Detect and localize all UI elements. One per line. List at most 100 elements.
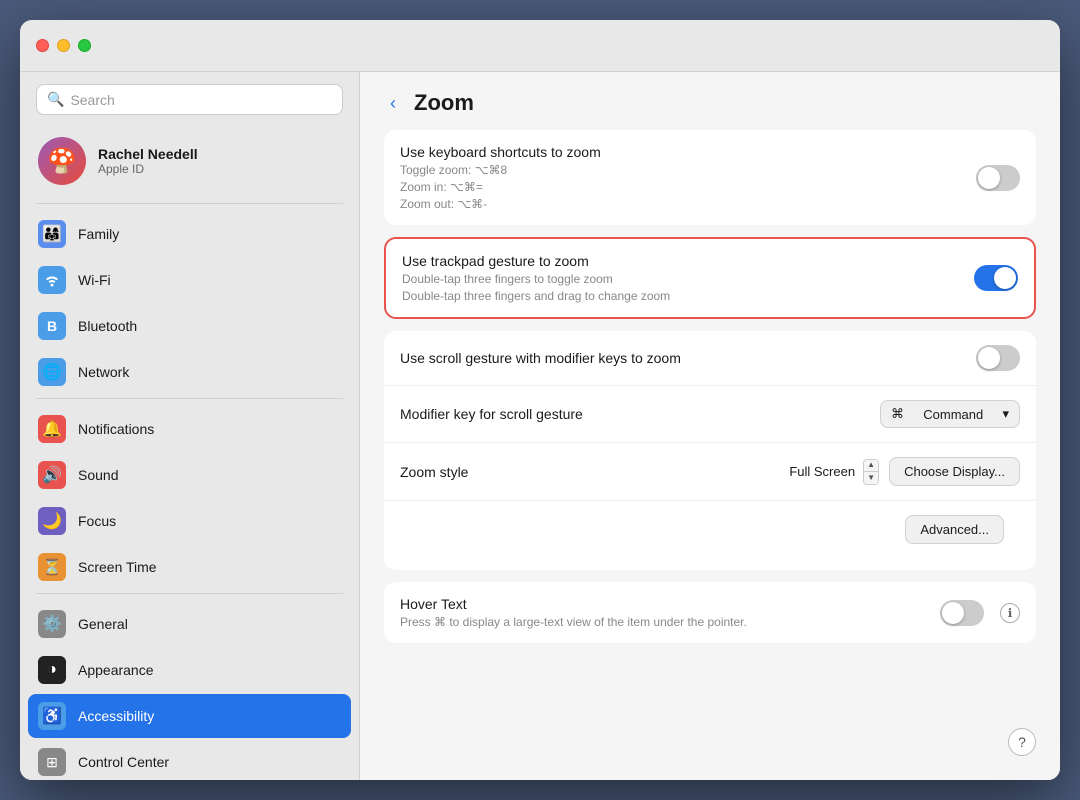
user-name: Rachel Needell (98, 146, 198, 162)
user-info: Rachel Needell Apple ID (98, 146, 198, 176)
choose-display-button[interactable]: Choose Display... (889, 457, 1020, 486)
hover-text-toggle[interactable] (940, 600, 984, 626)
traffic-lights (36, 39, 91, 52)
sidebar-label-wifi: Wi-Fi (78, 272, 111, 288)
main-panel: ‹ Zoom Use keyboard shortcuts to zoom To… (360, 72, 1060, 780)
notifications-icon: 🔔 (38, 415, 66, 443)
sidebar-label-general: General (78, 616, 128, 632)
advanced-row: Advanced... (384, 501, 1036, 570)
modifier-key-dropdown-icon: ⌘ (891, 406, 904, 422)
sidebar-item-notifications[interactable]: 🔔 Notifications (28, 407, 351, 451)
full-screen-text: Full Screen (789, 464, 855, 479)
sidebar-item-controlcenter[interactable]: ⊞ Control Center (28, 740, 351, 780)
trackpad-gesture-info: Use trackpad gesture to zoom Double-tap … (402, 253, 958, 303)
search-container: 🔍 (20, 72, 359, 127)
scroll-gesture-toggle-knob (978, 347, 1000, 369)
trackpad-gesture-toggle[interactable] (974, 265, 1018, 291)
user-subtitle: Apple ID (98, 162, 198, 176)
keyboard-shortcuts-row: Use keyboard shortcuts to zoom Toggle zo… (384, 130, 1036, 225)
sidebar-label-sound: Sound (78, 467, 118, 483)
modifier-key-control: ⌘ Command ▾ (880, 400, 1020, 428)
sidebar-separator-2 (36, 398, 343, 399)
zoom-style-stepper[interactable]: ▲ ▼ (863, 459, 879, 485)
trackpad-gesture-row: Use trackpad gesture to zoom Double-tap … (386, 239, 1034, 317)
chevron-down-icon: ▾ (1002, 406, 1009, 422)
full-screen-label: Full Screen ▲ ▼ (789, 459, 879, 485)
sidebar-item-sound[interactable]: 🔊 Sound (28, 453, 351, 497)
sidebar-label-accessibility: Accessibility (78, 708, 154, 724)
sidebar-item-general[interactable]: ⚙️ General (28, 602, 351, 646)
trackpad-gesture-card: Use trackpad gesture to zoom Double-tap … (384, 237, 1036, 319)
sidebar-label-screentime: Screen Time (78, 559, 157, 575)
keyboard-shortcuts-toggle-knob (978, 167, 1000, 189)
trackpad-gesture-control (974, 265, 1018, 291)
sidebar-label-family: Family (78, 226, 119, 242)
zoom-style-controls: Full Screen ▲ ▼ Choose Display... (789, 457, 1020, 486)
hover-text-row: Hover Text Press ⌘ to display a large-te… (384, 582, 1036, 643)
sidebar-label-bluetooth: Bluetooth (78, 318, 137, 334)
search-input[interactable] (70, 92, 332, 108)
appearance-icon: ◑ (38, 656, 66, 684)
help-button[interactable]: ? (1008, 728, 1036, 756)
minimize-button[interactable] (57, 39, 70, 52)
sidebar-separator (36, 203, 343, 204)
sidebar-label-controlcenter: Control Center (78, 754, 169, 770)
sidebar-item-screentime[interactable]: ⏳ Screen Time (28, 545, 351, 589)
scroll-gesture-toggle[interactable] (976, 345, 1020, 371)
user-profile-item[interactable]: 🍄 Rachel Needell Apple ID (28, 127, 351, 199)
sidebar-item-family[interactable]: 👨‍👩‍👧 Family (28, 212, 351, 256)
avatar: 🍄 (38, 137, 86, 185)
trackpad-gesture-sub1: Double-tap three fingers to toggle zoom (402, 272, 958, 286)
trackpad-gesture-toggle-knob (994, 267, 1016, 289)
general-icon: ⚙️ (38, 610, 66, 638)
stepper-up-button[interactable]: ▲ (864, 460, 878, 473)
focus-icon: 🌙 (38, 507, 66, 535)
main-window: 🔍 🍄 Rachel Needell Apple ID (20, 20, 1060, 780)
hover-text-info: Hover Text Press ⌘ to display a large-te… (400, 596, 924, 629)
search-bar: 🔍 (36, 84, 343, 115)
keyboard-shortcuts-toggle[interactable] (976, 165, 1020, 191)
sidebar-scroll: 🍄 Rachel Needell Apple ID 👨‍👩‍👧 Family (20, 127, 359, 780)
trackpad-gesture-sub2: Double-tap three fingers and drag to cha… (402, 289, 958, 303)
modifier-key-dropdown[interactable]: ⌘ Command ▾ (880, 400, 1020, 428)
modifier-key-info: Modifier key for scroll gesture (400, 406, 864, 422)
zoom-style-row: Zoom style Full Screen ▲ ▼ Choose Displ (384, 443, 1036, 501)
keyboard-shortcuts-control (976, 165, 1020, 191)
hover-text-card: Hover Text Press ⌘ to display a large-te… (384, 582, 1036, 643)
sidebar-item-wifi[interactable]: Wi-Fi (28, 258, 351, 302)
sidebar: 🔍 🍄 Rachel Needell Apple ID (20, 72, 360, 780)
sidebar-label-focus: Focus (78, 513, 116, 529)
close-button[interactable] (36, 39, 49, 52)
sidebar-item-bluetooth[interactable]: B Bluetooth (28, 304, 351, 348)
stepper-down-button[interactable]: ▼ (864, 472, 878, 484)
sidebar-label-appearance: Appearance (78, 662, 154, 678)
panel-content: Use keyboard shortcuts to zoom Toggle zo… (360, 130, 1060, 667)
maximize-button[interactable] (78, 39, 91, 52)
modifier-key-dropdown-label: Command (923, 407, 983, 422)
controlcenter-icon: ⊞ (38, 748, 66, 776)
search-icon: 🔍 (47, 91, 64, 108)
scroll-gesture-row: Use scroll gesture with modifier keys to… (384, 331, 1036, 386)
hover-text-label: Hover Text (400, 596, 924, 612)
sidebar-item-appearance[interactable]: ◑ Appearance (28, 648, 351, 692)
network-icon: 🌐 (38, 358, 66, 386)
hover-text-sublabel: Press ⌘ to display a large-text view of … (400, 615, 924, 629)
screentime-icon: ⏳ (38, 553, 66, 581)
sidebar-separator-3 (36, 593, 343, 594)
back-button[interactable]: ‹ (384, 91, 402, 116)
keyboard-shortcuts-label: Use keyboard shortcuts to zoom (400, 144, 960, 160)
advanced-button[interactable]: Advanced... (905, 515, 1004, 544)
family-icon: 👨‍👩‍👧 (38, 220, 66, 248)
bluetooth-icon: B (38, 312, 66, 340)
scroll-gesture-info: Use scroll gesture with modifier keys to… (400, 350, 960, 366)
sidebar-item-network[interactable]: 🌐 Network (28, 350, 351, 394)
keyboard-shortcuts-sub1: Toggle zoom: ⌥⌘8 (400, 163, 960, 177)
scroll-zoom-card: Use scroll gesture with modifier keys to… (384, 331, 1036, 570)
title-bar (20, 20, 1060, 72)
modifier-key-row: Modifier key for scroll gesture ⌘ Comman… (384, 386, 1036, 443)
hover-text-toggle-knob (942, 602, 964, 624)
sidebar-item-focus[interactable]: 🌙 Focus (28, 499, 351, 543)
hover-text-info-icon[interactable]: ℹ (1000, 603, 1020, 623)
hover-text-control: ℹ (940, 600, 1020, 626)
sidebar-item-accessibility[interactable]: ♿ Accessibility (28, 694, 351, 738)
